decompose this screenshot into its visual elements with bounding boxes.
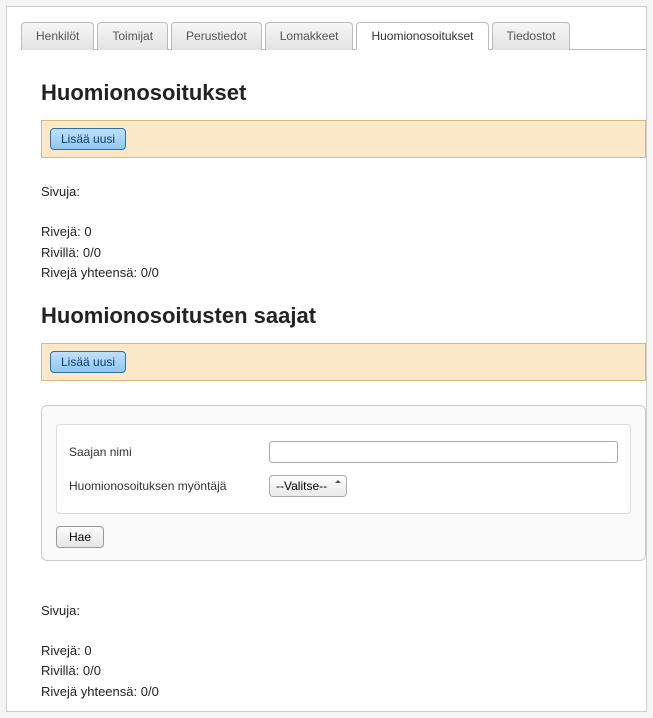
onrow-label-2: Rivillä: 0/0 xyxy=(41,661,646,681)
add-new-button-1[interactable]: Lisää uusi xyxy=(50,128,126,150)
section2-stats: Sivuja: Rivejä: 0 Rivillä: 0/0 Rivejä yh… xyxy=(41,601,646,702)
pages-label: Sivuja: xyxy=(41,182,646,202)
section1-stats: Sivuja: Rivejä: 0 Rivillä: 0/0 Rivejä yh… xyxy=(41,182,646,283)
form-row-grantor: Huomionosoituksen myöntäjä --Valitse-- xyxy=(69,469,618,503)
section1-heading: Huomionosoitukset xyxy=(41,80,646,106)
rows-total-label: Rivejä yhteensä: 0/0 xyxy=(41,263,646,283)
rows-label: Rivejä: 0 xyxy=(41,222,646,242)
form-row-name: Saajan nimi xyxy=(69,435,618,469)
pages-label-2: Sivuja: xyxy=(41,601,646,621)
grantor-select-wrap: --Valitse-- xyxy=(269,475,347,497)
search-form-inner: Saajan nimi Huomionosoituksen myöntäjä -… xyxy=(56,424,631,514)
content-area: Huomionosoitukset Lisää uusi Sivuja: Riv… xyxy=(7,50,646,701)
tab-tiedostot[interactable]: Tiedostot xyxy=(492,22,571,50)
grantor-field-label: Huomionosoituksen myöntäjä xyxy=(69,479,269,493)
search-form-panel: Saajan nimi Huomionosoituksen myöntäjä -… xyxy=(41,405,646,561)
add-new-button-2[interactable]: Lisää uusi xyxy=(50,351,126,373)
page-container: Henkilöt Toimijat Perustiedot Lomakkeet … xyxy=(6,6,647,712)
grantor-select[interactable]: --Valitse-- xyxy=(269,475,347,497)
tab-perustiedot[interactable]: Perustiedot xyxy=(171,22,262,50)
section2-heading: Huomionosoitusten saajat xyxy=(41,303,646,329)
tab-henkilot[interactable]: Henkilöt xyxy=(21,22,94,50)
section1-action-bar: Lisää uusi xyxy=(41,120,646,158)
tab-lomakkeet[interactable]: Lomakkeet xyxy=(265,22,354,50)
name-field-label: Saajan nimi xyxy=(69,445,269,459)
tab-toimijat[interactable]: Toimijat xyxy=(97,22,168,50)
section2-action-bar: Lisää uusi xyxy=(41,343,646,381)
rows-total-label-2: Rivejä yhteensä: 0/0 xyxy=(41,682,646,702)
search-button[interactable]: Hae xyxy=(56,526,104,548)
onrow-label: Rivillä: 0/0 xyxy=(41,243,646,263)
tab-bar: Henkilöt Toimijat Perustiedot Lomakkeet … xyxy=(21,21,646,50)
name-input[interactable] xyxy=(269,441,618,463)
rows-label-2: Rivejä: 0 xyxy=(41,641,646,661)
tab-huomionosoitukset[interactable]: Huomionosoitukset xyxy=(356,22,488,50)
